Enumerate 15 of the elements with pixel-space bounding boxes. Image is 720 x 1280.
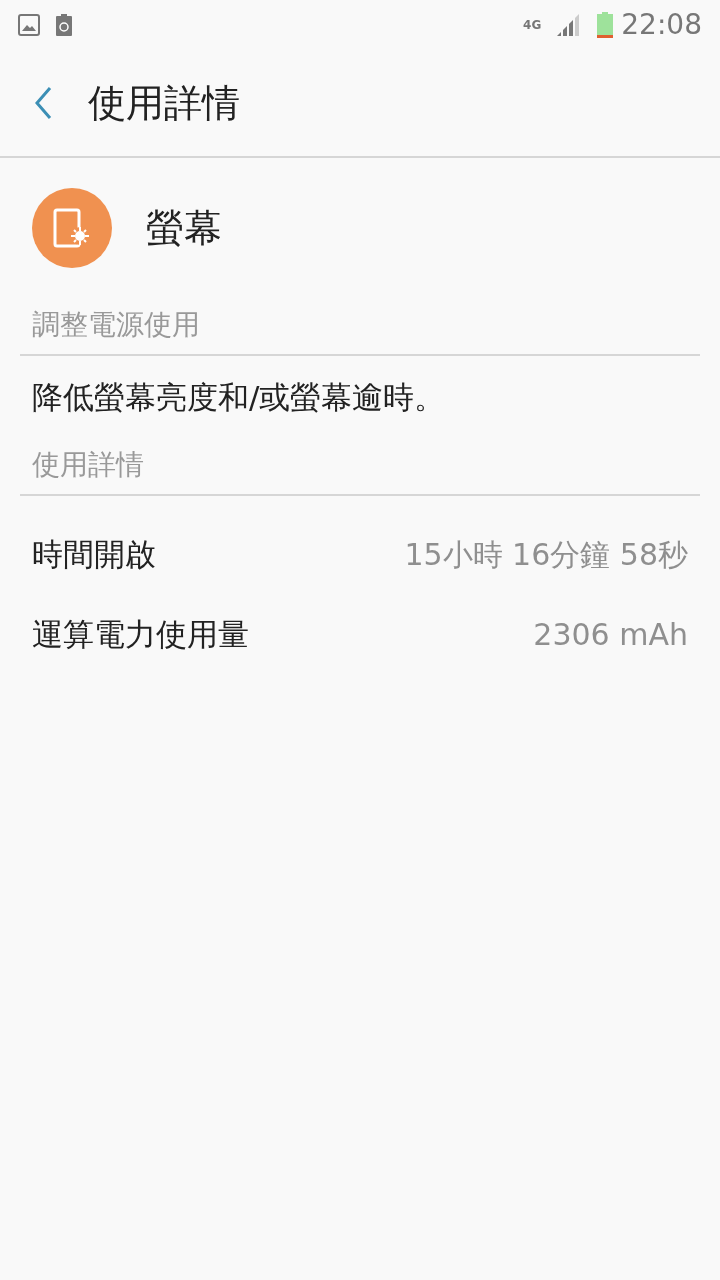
row-label: 時間開啟 [32, 534, 156, 574]
signal-icon [557, 14, 582, 36]
tip-text: 降低螢幕亮度和/或螢幕逾時。 [32, 377, 446, 417]
back-icon [34, 86, 54, 120]
battery-icon [597, 12, 614, 38]
row-value: 2306 mAh [533, 615, 688, 654]
image-icon [18, 14, 40, 36]
row-value: 15小時 16分鐘 58秒 [404, 535, 688, 574]
section-header: 調整電源使用 [32, 307, 200, 343]
page-title: 使用詳情 [88, 79, 240, 127]
network-type: 4G [523, 17, 542, 34]
clock: 22:08 [621, 7, 702, 43]
section-header: 使用詳情 [32, 447, 144, 483]
app-name: 螢幕 [146, 204, 222, 252]
row-label: 運算電力使用量 [32, 614, 249, 654]
